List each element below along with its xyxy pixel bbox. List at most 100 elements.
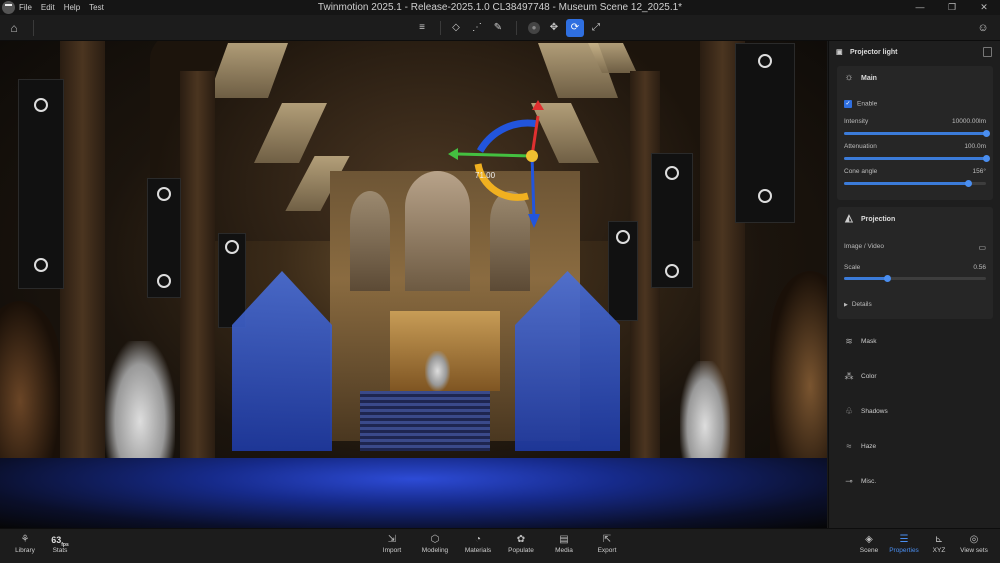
view-sets-button[interactable]: ◎ View sets: [954, 533, 994, 554]
stats-button[interactable]: 63fps Stats: [40, 533, 80, 554]
gizmo-z-arrow[interactable]: [532, 100, 544, 110]
intensity-slider[interactable]: [844, 130, 990, 137]
banner-logo-icon: [34, 258, 48, 272]
window-controls: — ❐ ✕: [904, 0, 1000, 15]
top-toolbar: ⌂ ≡ ◇ ⋰ ✎ ● ✥ ⟳ ⤢ ☺: [0, 15, 1000, 41]
main-header[interactable]: ☼ Main: [837, 66, 993, 90]
move-icon[interactable]: ✥: [545, 19, 563, 37]
bottom-bar: ⚘ Library 63fps Stats ⇲ Import ⬡ Modeling ◔ M…: [0, 528, 1000, 563]
populate-button[interactable]: ✿ Populate: [501, 533, 541, 554]
color-label: Color: [861, 372, 877, 380]
home-icon[interactable]: ⌂: [6, 20, 22, 36]
xyz-label: XYZ: [932, 547, 946, 554]
scale-value[interactable]: 0.56: [973, 264, 986, 271]
menu-test[interactable]: Test: [89, 3, 104, 12]
eyedropper-icon[interactable]: ✎: [489, 19, 507, 37]
panel-pin-icon[interactable]: [983, 47, 992, 57]
transform-tools: ≡ ◇ ⋰ ✎ ● ✥ ⟳ ⤢: [413, 19, 608, 37]
rotation-gizmo[interactable]: [440, 96, 560, 236]
xyz-button[interactable]: ⊾ XYZ: [919, 533, 959, 554]
import-button[interactable]: ⇲ Import: [372, 533, 412, 554]
hanging-banner: [651, 153, 693, 288]
hanging-banner: [735, 43, 795, 223]
gizmo-y-axis[interactable]: [530, 155, 536, 219]
panel-header: ▣ Projector light: [829, 41, 1000, 63]
rotate-icon[interactable]: ⟳: [566, 19, 584, 37]
cone-angle-value[interactable]: 156°: [973, 168, 986, 175]
properties-label: Properties: [889, 547, 919, 554]
section-mask[interactable]: ≋ Mask: [843, 333, 993, 349]
menu-bar: File Edit Help Test: [19, 3, 113, 12]
details-row[interactable]: ▶ Details: [844, 301, 986, 308]
section-haze[interactable]: ≈ Haze: [843, 438, 993, 454]
export-button[interactable]: ⇱ Export: [587, 533, 627, 554]
intensity-slider-knob[interactable]: [983, 130, 990, 137]
scale-slider[interactable]: [844, 275, 986, 282]
statue: [425, 351, 450, 391]
attenuation-value[interactable]: 100.0m: [964, 143, 986, 150]
enable-row[interactable]: ✓ Enable: [844, 100, 986, 108]
folder-icon[interactable]: ▭: [978, 243, 986, 252]
maximize-button[interactable]: ❐: [936, 0, 968, 15]
misc-label: Misc.: [861, 477, 877, 485]
section-shadows[interactable]: ♧ Shadows: [843, 403, 993, 419]
gizmo-x-arrow[interactable]: [448, 148, 458, 160]
projection-card: ◭ Projection Image / Video ▭ Scale 0.56 …: [837, 207, 993, 319]
cone-angle-label: Cone angle: [844, 168, 878, 175]
scale-slider-knob[interactable]: [883, 275, 891, 282]
menu-file[interactable]: File: [19, 3, 32, 12]
hanging-banner: [218, 233, 246, 328]
gizmo-x-axis[interactable]: [457, 152, 533, 158]
details-label: Details: [851, 301, 872, 308]
gizmo-angle-readout: 71.00: [475, 171, 496, 180]
banner-logo-icon: [34, 98, 48, 112]
title-bar: File Edit Help Test Twinmotion 2025.1 - …: [0, 0, 1000, 15]
menu-help[interactable]: Help: [64, 3, 80, 12]
intensity-value[interactable]: 10000.00lm: [952, 118, 986, 125]
library-button[interactable]: ⚘ Library: [5, 533, 45, 554]
paint-icon[interactable]: ⋰: [468, 19, 486, 37]
gizmo-yellow-arc[interactable]: [474, 163, 529, 201]
snap-icon[interactable]: ●: [528, 22, 540, 34]
pillar: [180, 71, 215, 471]
section-misc[interactable]: ⊸ Misc.: [843, 473, 993, 489]
close-button[interactable]: ✕: [968, 0, 1000, 15]
pillar: [60, 41, 105, 481]
intensity-label: Intensity: [844, 118, 869, 125]
enable-checkbox[interactable]: ✓: [844, 100, 852, 108]
sun-icon: ☼: [844, 72, 854, 83]
twinmotion-logo-icon: [2, 1, 15, 14]
projection-icon: ◭: [845, 213, 853, 224]
shapes-icon[interactable]: ◇: [447, 19, 465, 37]
export-icon: ⇱: [602, 534, 612, 545]
user-icon[interactable]: ☺: [974, 19, 992, 37]
properties-button[interactable]: ☰ Properties: [884, 533, 924, 554]
toolbar-divider: [440, 21, 441, 35]
align-icon[interactable]: ≡: [413, 19, 431, 37]
attenuation-slider[interactable]: [844, 155, 990, 162]
section-color[interactable]: ⁂ Color: [843, 368, 993, 384]
cone-angle-slider[interactable]: [844, 180, 986, 187]
menu-edit[interactable]: Edit: [41, 3, 55, 12]
media-button[interactable]: ▤ Media: [544, 533, 584, 554]
attenuation-slider-knob[interactable]: [983, 155, 990, 162]
modeling-button[interactable]: ⬡ Modeling: [415, 533, 455, 554]
gizmo-center[interactable]: [526, 150, 538, 162]
materials-button[interactable]: ◔ Materials: [458, 533, 498, 554]
scale-icon[interactable]: ⤢: [587, 19, 605, 37]
scene-button[interactable]: ◈ Scene: [849, 533, 889, 554]
modeling-label: Modeling: [421, 547, 449, 554]
attenuation-row: Attenuation 100.0m: [844, 143, 986, 150]
stats-label: Stats: [52, 547, 68, 554]
cone-angle-slider-knob[interactable]: [964, 180, 972, 187]
gizmo-y-arrow[interactable]: [528, 214, 540, 228]
library-label: Library: [15, 547, 35, 554]
minimize-button[interactable]: —: [904, 0, 936, 15]
projection-header[interactable]: ◭ Projection: [837, 207, 993, 231]
enable-label: Enable: [857, 100, 878, 108]
banner-logo-icon: [758, 189, 772, 203]
image-video-row[interactable]: Image / Video ▭: [844, 243, 986, 252]
projector-icon: ▣: [836, 49, 843, 56]
gizmo-blue-arc[interactable]: [476, 119, 539, 153]
3d-viewport[interactable]: 71.00: [0, 41, 827, 528]
